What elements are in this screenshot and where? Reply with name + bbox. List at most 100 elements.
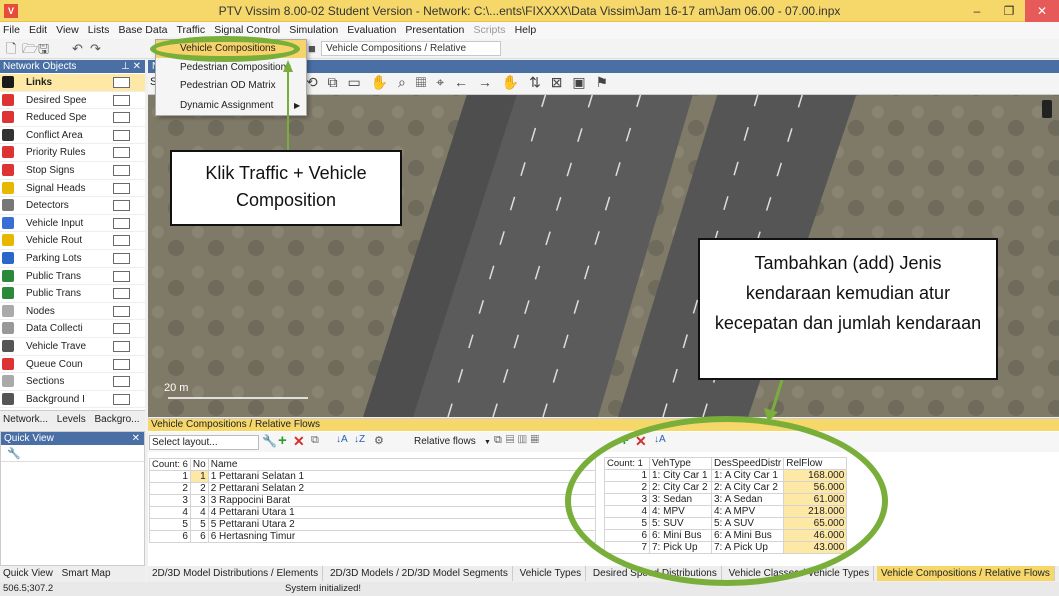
visibility-toggle[interactable] <box>113 376 130 388</box>
composition-name-cell[interactable]: 4 Pettarani Utara 1 <box>207 506 597 519</box>
quick-view-close-icon[interactable]: ✕ <box>132 432 140 445</box>
network-object-item[interactable]: Stop Signs <box>0 162 145 180</box>
menu-item-pedestrian-od-matrix[interactable]: Pedestrian OD Matrix <box>156 77 306 95</box>
tab-vehicle-compositions[interactable]: Vehicle Compositions / Relative Flows <box>876 566 1055 581</box>
network-object-item[interactable]: Parking Lots <box>0 250 145 268</box>
visibility-toggle[interactable] <box>113 200 130 212</box>
tab-models-segments[interactable]: 2D/3D Models / 2D/3D Model Segments <box>326 566 513 581</box>
network-object-item[interactable]: Signal Heads <box>0 180 145 198</box>
network-object-item[interactable]: Queue Coun <box>0 356 145 374</box>
composition-name-cell[interactable]: 1 Pettarani Selatan 1 <box>207 470 597 483</box>
table-row[interactable]: 222 Pettarani Selatan 2 <box>149 482 597 495</box>
table-row[interactable]: 333 Rappocini Barat <box>149 494 597 507</box>
table-row[interactable]: 555 Pettarani Utara 2 <box>149 518 597 531</box>
visibility-toggle[interactable] <box>113 341 130 352</box>
filter-icon[interactable]: ⚙ <box>374 434 384 447</box>
menu-help[interactable]: Help <box>512 22 540 38</box>
visibility-toggle[interactable] <box>113 288 130 300</box>
visibility-toggle[interactable] <box>113 112 130 124</box>
network-object-item[interactable]: Public Trans <box>0 285 145 303</box>
close-button[interactable]: ✕ <box>1025 0 1059 22</box>
redo-icon[interactable]: ↷ <box>90 41 101 57</box>
visibility-toggle[interactable] <box>113 323 130 335</box>
network-object-item[interactable]: Nodes <box>0 303 145 321</box>
network-object-item[interactable]: Vehicle Rout <box>0 232 145 250</box>
menu-base-data[interactable]: Base Data <box>115 22 170 38</box>
menu-scripts[interactable]: Scripts <box>470 22 508 38</box>
visibility-toggle[interactable] <box>113 253 130 264</box>
menu-file[interactable]: File <box>0 22 23 38</box>
network-object-item[interactable]: Background I <box>0 391 145 409</box>
visibility-toggle[interactable] <box>113 217 130 229</box>
column-header-name[interactable]: Name <box>207 458 597 471</box>
wrench-icon[interactable]: 🔧 <box>262 434 277 448</box>
tab-smart-map[interactable]: Smart Map <box>59 566 114 581</box>
composition-no-cell[interactable]: 5 <box>189 518 209 531</box>
network-object-item[interactable]: Detectors <box>0 197 145 215</box>
menu-item-dynamic-assignment[interactable]: Dynamic Assignment <box>156 97 306 115</box>
composition-no-cell[interactable]: 3 <box>189 494 209 507</box>
tab-background[interactable]: Backgro... <box>91 411 142 428</box>
relative-flows-combo[interactable]: Relative flows ▼ <box>414 435 491 450</box>
network-object-item[interactable]: Links <box>0 74 145 92</box>
composition-no-cell[interactable]: 1 <box>189 470 209 483</box>
menu-simulation[interactable]: Simulation <box>286 22 341 38</box>
tab-model-distributions[interactable]: 2D/3D Model Distributions / Elements <box>148 566 324 581</box>
menu-presentation[interactable]: Presentation <box>402 22 467 38</box>
network-object-item[interactable]: Vehicle Input <box>0 215 145 233</box>
visibility-toggle[interactable] <box>113 235 130 247</box>
network-object-item[interactable]: Desired Spee <box>0 92 145 110</box>
composition-name-cell[interactable]: 3 Rappocini Barat <box>207 494 597 507</box>
new-file-icon[interactable]: 🗋 <box>6 41 16 57</box>
list-layout-combo[interactable]: Vehicle Compositions / Relative <box>321 41 501 56</box>
visibility-toggle[interactable] <box>113 393 130 405</box>
visibility-toggle[interactable] <box>113 182 130 194</box>
menu-view[interactable]: View <box>53 22 82 38</box>
select-layout-combo[interactable]: Select layout... <box>149 435 259 450</box>
tab-network[interactable]: Network... <box>0 411 51 428</box>
network-object-item[interactable]: Conflict Area <box>0 127 145 145</box>
list-tool-icons[interactable]: ⧉▤▥▦ <box>494 434 543 447</box>
composition-no-cell[interactable]: 4 <box>189 506 209 519</box>
duplicate-icon[interactable]: ⧉ <box>311 434 319 447</box>
visibility-toggle[interactable] <box>113 77 130 88</box>
composition-name-cell[interactable]: 5 Pettarani Utara 2 <box>207 518 597 531</box>
composition-name-cell[interactable]: 6 Hertasning Timur <box>207 530 597 543</box>
table-row[interactable]: 111 Pettarani Selatan 1 <box>149 470 597 483</box>
wrench-icon[interactable]: 🔧 <box>7 447 21 460</box>
network-editor-tool-icons[interactable]: ⟲ ⧉ ▭ ✋ ⌕ ▦ ⌖ ← → ✋ ⇅ ⊠ ▣ ⚑ <box>306 74 611 91</box>
composition-name-cell[interactable]: 2 Pettarani Selatan 2 <box>207 482 597 495</box>
composition-no-cell[interactable]: 6 <box>189 530 209 543</box>
sort-ascending-icon[interactable]: ↓A <box>336 434 348 445</box>
tab-levels[interactable]: Levels <box>54 411 89 428</box>
pin-close-icon[interactable]: ⊥ ✕ <box>121 60 141 73</box>
menu-edit[interactable]: Edit <box>26 22 50 38</box>
visibility-toggle[interactable] <box>113 94 130 106</box>
undo-icon[interactable]: ↶ <box>72 41 83 57</box>
network-object-item[interactable]: Sections <box>0 373 145 391</box>
composition-no-cell[interactable]: 2 <box>189 482 209 495</box>
save-icon[interactable]: 🖫 <box>38 41 49 57</box>
visibility-toggle[interactable] <box>113 165 130 176</box>
network-object-item[interactable]: Data Collecti <box>0 320 145 338</box>
visibility-toggle[interactable] <box>113 147 130 159</box>
list-icon[interactable]: ■ <box>308 41 316 57</box>
sort-descending-icon[interactable]: ↓Z <box>354 434 365 445</box>
network-object-item[interactable]: Reduced Spe <box>0 109 145 127</box>
open-file-icon[interactable]: 🗁 <box>22 41 38 57</box>
menu-lists[interactable]: Lists <box>85 22 113 38</box>
visibility-toggle[interactable] <box>113 129 130 141</box>
column-header-no[interactable]: No <box>189 458 209 471</box>
network-object-item[interactable]: Public Trans <box>0 268 145 286</box>
table-row[interactable]: 444 Pettarani Utara 1 <box>149 506 597 519</box>
network-object-item[interactable]: Priority Rules <box>0 144 145 162</box>
delete-icon[interactable]: ✕ <box>293 433 305 450</box>
visibility-toggle[interactable] <box>113 358 130 370</box>
menu-evaluation[interactable]: Evaluation <box>344 22 399 38</box>
minimize-button[interactable]: – <box>961 0 993 22</box>
table-row[interactable]: 666 Hertasning Timur <box>149 530 597 543</box>
tab-quick-view[interactable]: Quick View <box>0 566 56 581</box>
visibility-toggle[interactable] <box>113 305 130 317</box>
visibility-toggle[interactable] <box>113 270 130 282</box>
add-icon[interactable]: + <box>278 432 287 449</box>
